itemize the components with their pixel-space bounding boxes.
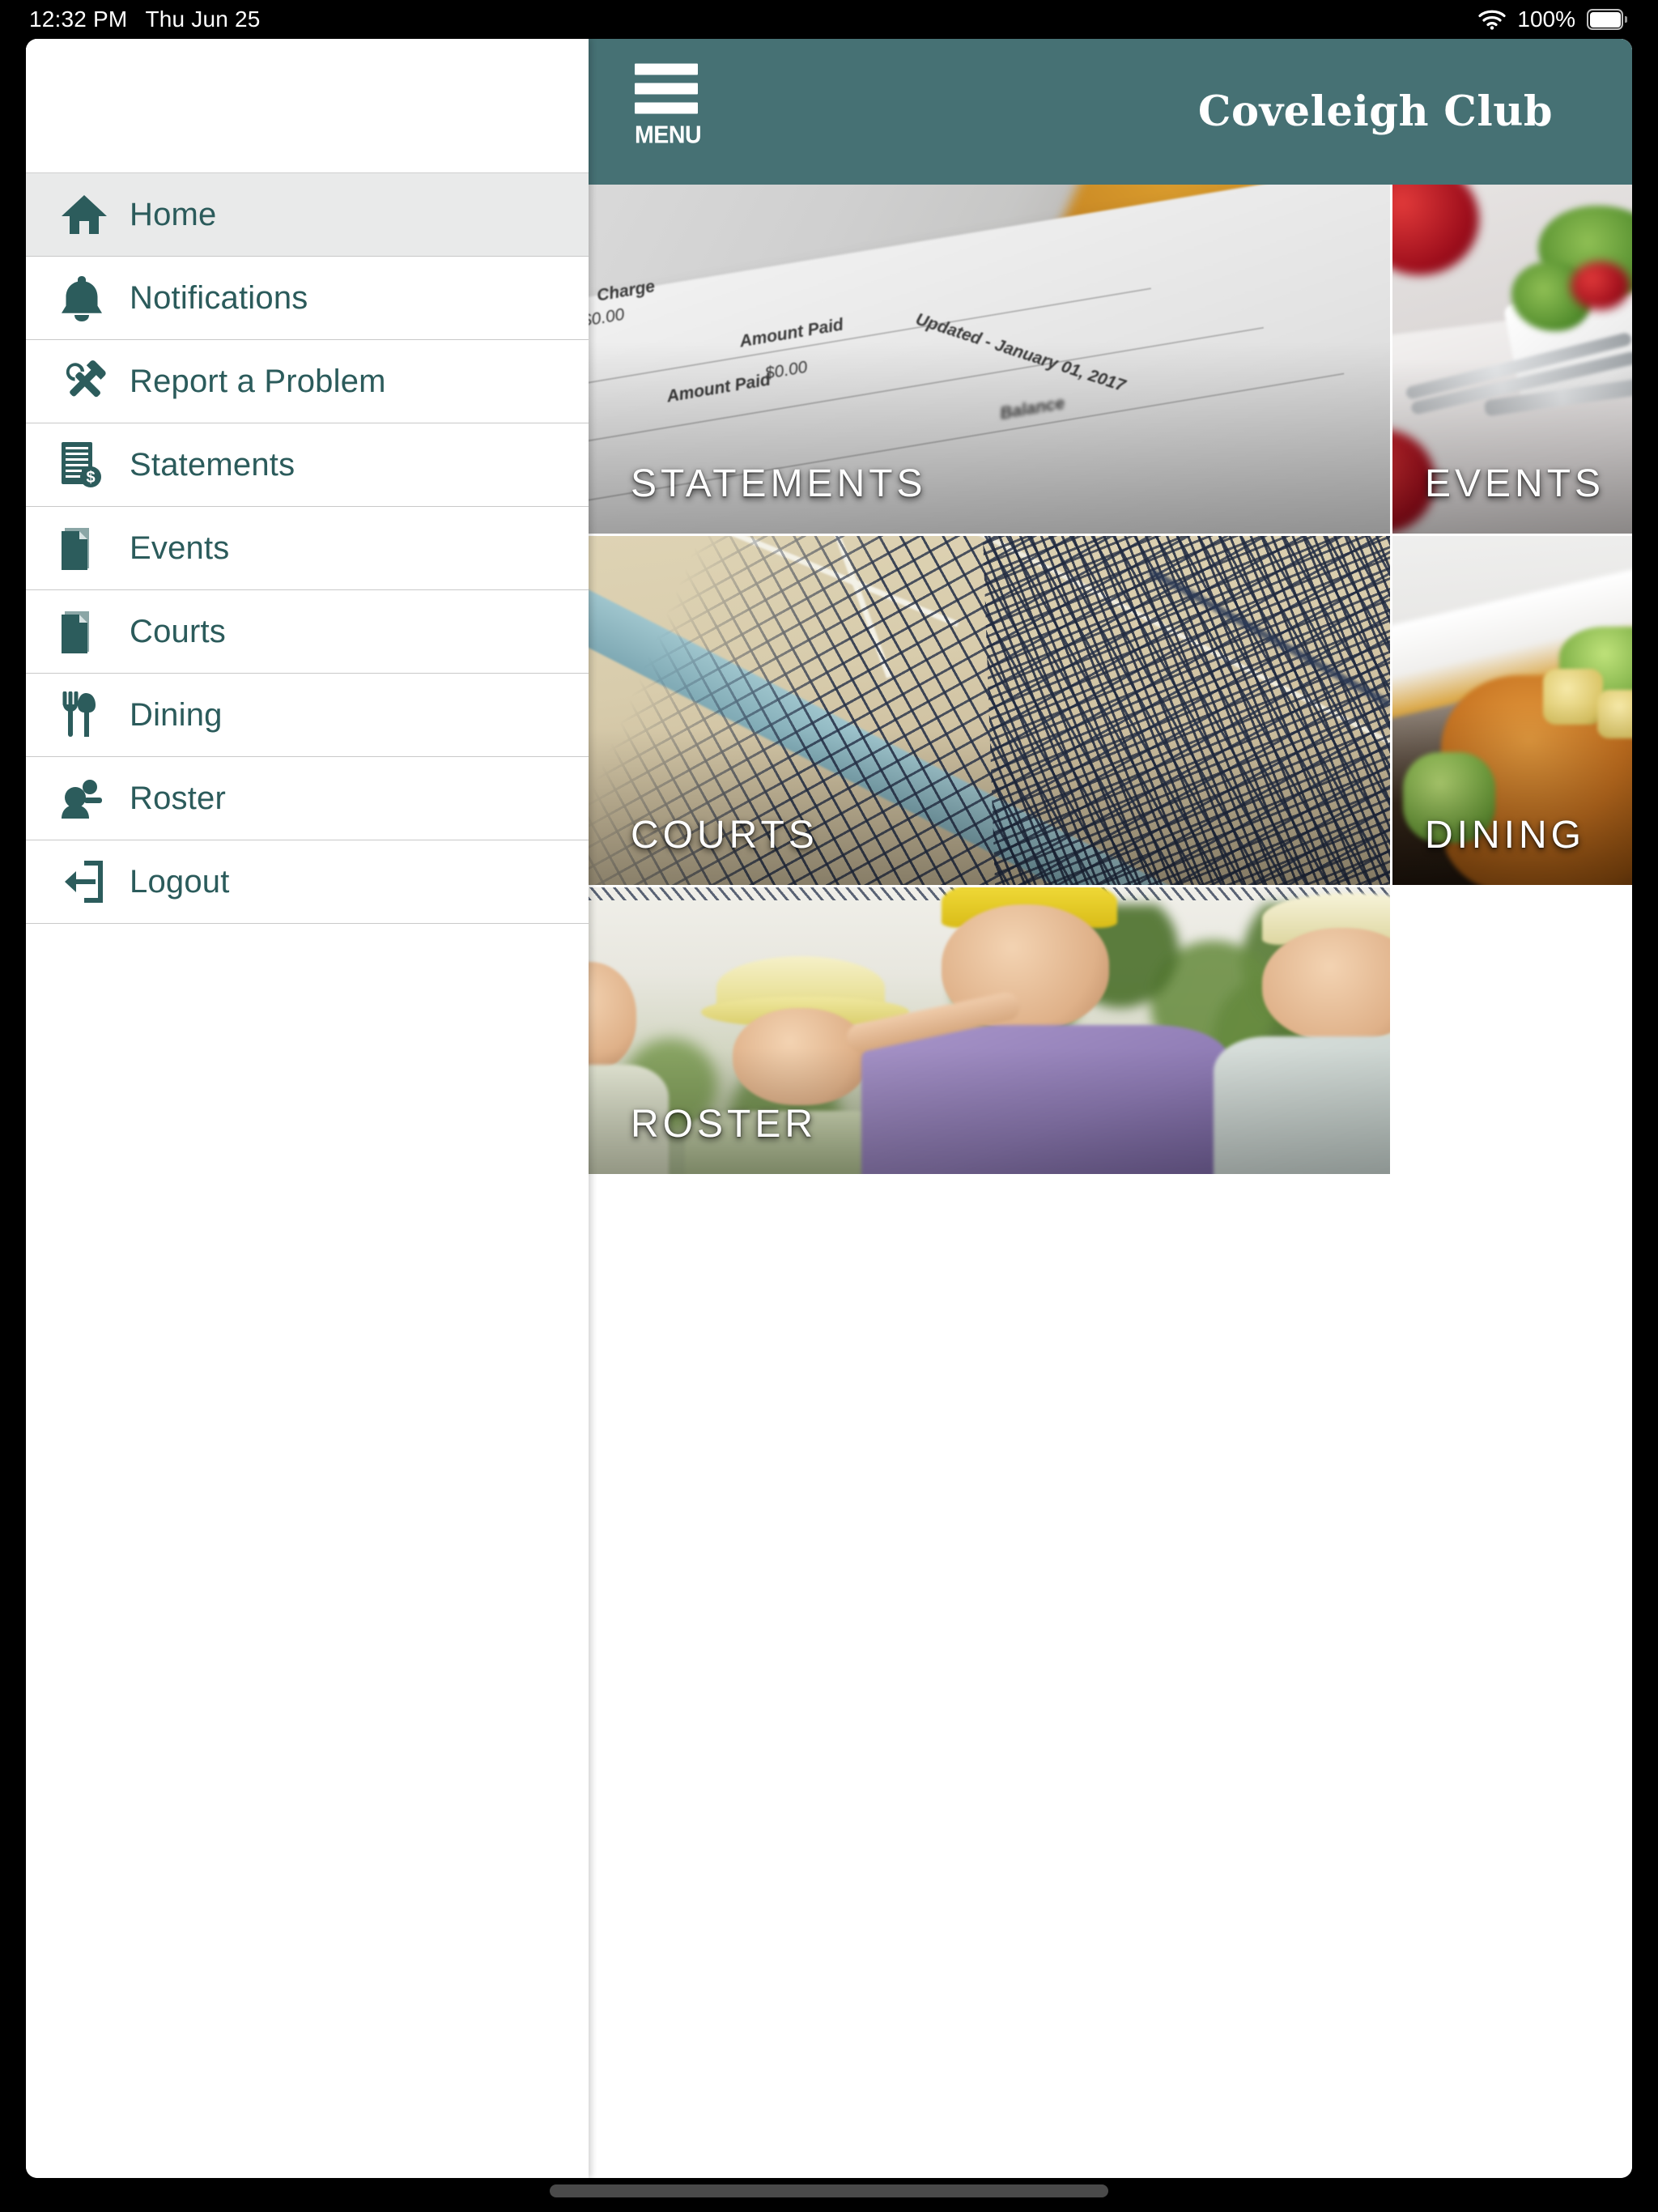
- sidebar-item-statements[interactable]: $ Statements: [26, 423, 589, 507]
- tile-caption: STATEMENTS: [631, 462, 927, 505]
- home-icon: [60, 190, 112, 239]
- tile-caption: EVENTS: [1425, 462, 1605, 505]
- sidebar-item-roster[interactable]: Roster: [26, 757, 589, 840]
- sidebar-header-spacer: [26, 39, 589, 172]
- sidebar-menu-list: Home Notifications Report a Problem $ St…: [26, 172, 589, 924]
- menu-button-label: MENU: [635, 120, 702, 149]
- status-bar-right: 100%: [1478, 6, 1627, 32]
- sidebar-item-home[interactable]: Home: [26, 173, 589, 257]
- fork-knife-icon: [60, 691, 112, 739]
- sidebar-item-label: Notifications: [130, 279, 308, 316]
- sidebar-item-label: Statements: [130, 446, 295, 483]
- status-time: 12:32 PM: [29, 6, 128, 32]
- main-content: MENU Coveleigh Club Charge $0.00 Amount: [589, 39, 1632, 2178]
- people-icon: [60, 774, 112, 823]
- status-date: Thu Jun 25: [145, 6, 261, 32]
- battery-full-icon: [1587, 9, 1627, 30]
- sidebar-item-logout[interactable]: Logout: [26, 840, 589, 924]
- status-bar-left: 12:32 PM Thu Jun 25: [29, 6, 261, 32]
- tile-dining[interactable]: DINING: [1392, 536, 1632, 885]
- tile-row: ROSTER: [589, 887, 1632, 1174]
- tile-caption: ROSTER: [631, 1103, 818, 1146]
- hamburger-bar: [635, 102, 698, 114]
- sidebar-item-events[interactable]: Events: [26, 507, 589, 590]
- app-header: MENU Coveleigh Club: [589, 39, 1632, 185]
- sidebar-item-notifications[interactable]: Notifications: [26, 257, 589, 340]
- document-icon: [60, 524, 112, 572]
- bell-icon: [60, 274, 112, 322]
- logout-icon: [60, 857, 112, 906]
- document-icon: [60, 607, 112, 656]
- tile-events[interactable]: EVENTS: [1392, 185, 1632, 534]
- tools-icon: [60, 357, 112, 406]
- sidebar-item-dining[interactable]: Dining: [26, 674, 589, 757]
- sidebar-item-label: Courts: [130, 613, 227, 649]
- sidebar-item-courts[interactable]: Courts: [26, 590, 589, 674]
- sidebar-item-label: Roster: [130, 780, 227, 816]
- sidebar-navigation: Home Notifications Report a Problem $ St…: [26, 39, 589, 2178]
- svg-text:$: $: [86, 469, 95, 487]
- sidebar-item-label: Report a Problem: [130, 363, 386, 399]
- page-title: Coveleigh Club: [1197, 87, 1553, 136]
- sidebar-item-label: Events: [130, 530, 230, 566]
- tile-row: Charge $0.00 Amount Paid $0.00 Updated -…: [589, 185, 1632, 534]
- invoice-dollar-icon: $: [60, 440, 112, 489]
- home-indicator[interactable]: [550, 2184, 1108, 2197]
- battery-percent: 100%: [1517, 6, 1575, 32]
- hamburger-bar: [635, 63, 698, 75]
- tile-row: COURTS DINING: [589, 536, 1632, 885]
- sidebar-item-label: Dining: [130, 696, 223, 733]
- tile-roster[interactable]: ROSTER: [589, 887, 1390, 1174]
- sidebar-item-label: Logout: [130, 863, 230, 900]
- hamburger-menu-button[interactable]: MENU: [635, 63, 702, 149]
- sidebar-item-label: Home: [130, 196, 217, 232]
- hamburger-bar: [635, 83, 698, 95]
- status-bar: 12:32 PM Thu Jun 25 100%: [0, 0, 1658, 39]
- tile-grid: Charge $0.00 Amount Paid $0.00 Updated -…: [589, 185, 1632, 1174]
- tile-courts[interactable]: COURTS: [589, 536, 1390, 885]
- tile-statements[interactable]: Charge $0.00 Amount Paid $0.00 Updated -…: [589, 185, 1390, 534]
- tile-caption: DINING: [1425, 814, 1585, 857]
- app-screen: Home Notifications Report a Problem $ St…: [26, 39, 1632, 2178]
- wifi-icon: [1478, 9, 1506, 30]
- tile-caption: COURTS: [631, 814, 818, 857]
- sidebar-item-report-a-problem[interactable]: Report a Problem: [26, 340, 589, 423]
